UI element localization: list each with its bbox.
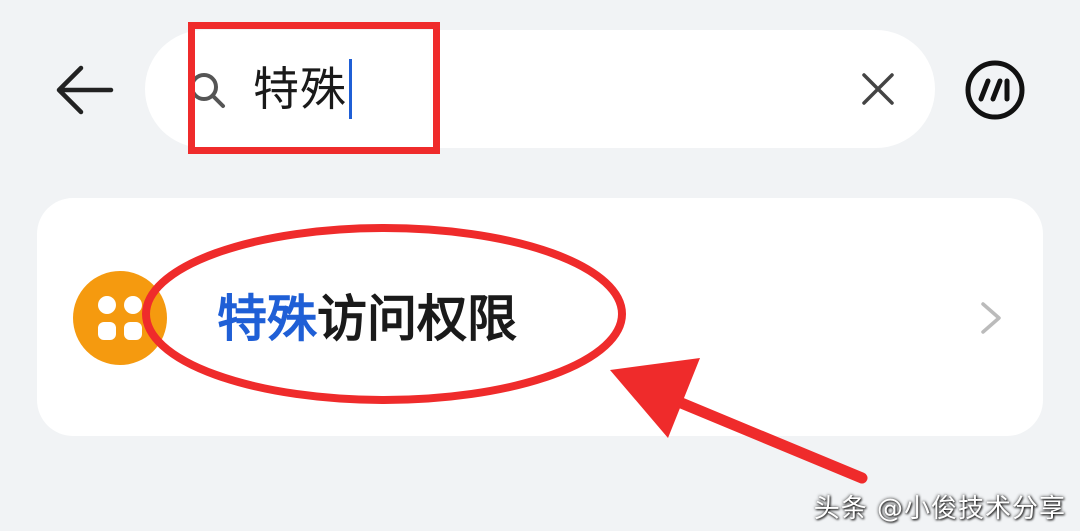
result-highlight: 特殊: [217, 290, 317, 348]
grid-apps-icon: [73, 271, 167, 365]
close-icon[interactable]: [861, 72, 895, 106]
text-caret: [349, 59, 352, 119]
result-rest: 访问权限: [317, 290, 517, 348]
search-bar[interactable]: 特殊: [145, 30, 935, 148]
result-item[interactable]: 特殊访问权限: [37, 198, 1043, 436]
search-input[interactable]: 特殊: [253, 54, 352, 124]
ai-assistant-icon[interactable]: [964, 59, 1026, 121]
back-button[interactable]: [48, 58, 118, 122]
back-arrow-icon: [56, 65, 114, 115]
result-label: 特殊访问权限: [217, 284, 517, 354]
search-icon: [190, 73, 225, 108]
chevron-right-icon: [981, 302, 1001, 334]
watermark: 头条 @小俊技术分享: [813, 494, 1066, 524]
search-query: 特殊: [253, 62, 347, 116]
